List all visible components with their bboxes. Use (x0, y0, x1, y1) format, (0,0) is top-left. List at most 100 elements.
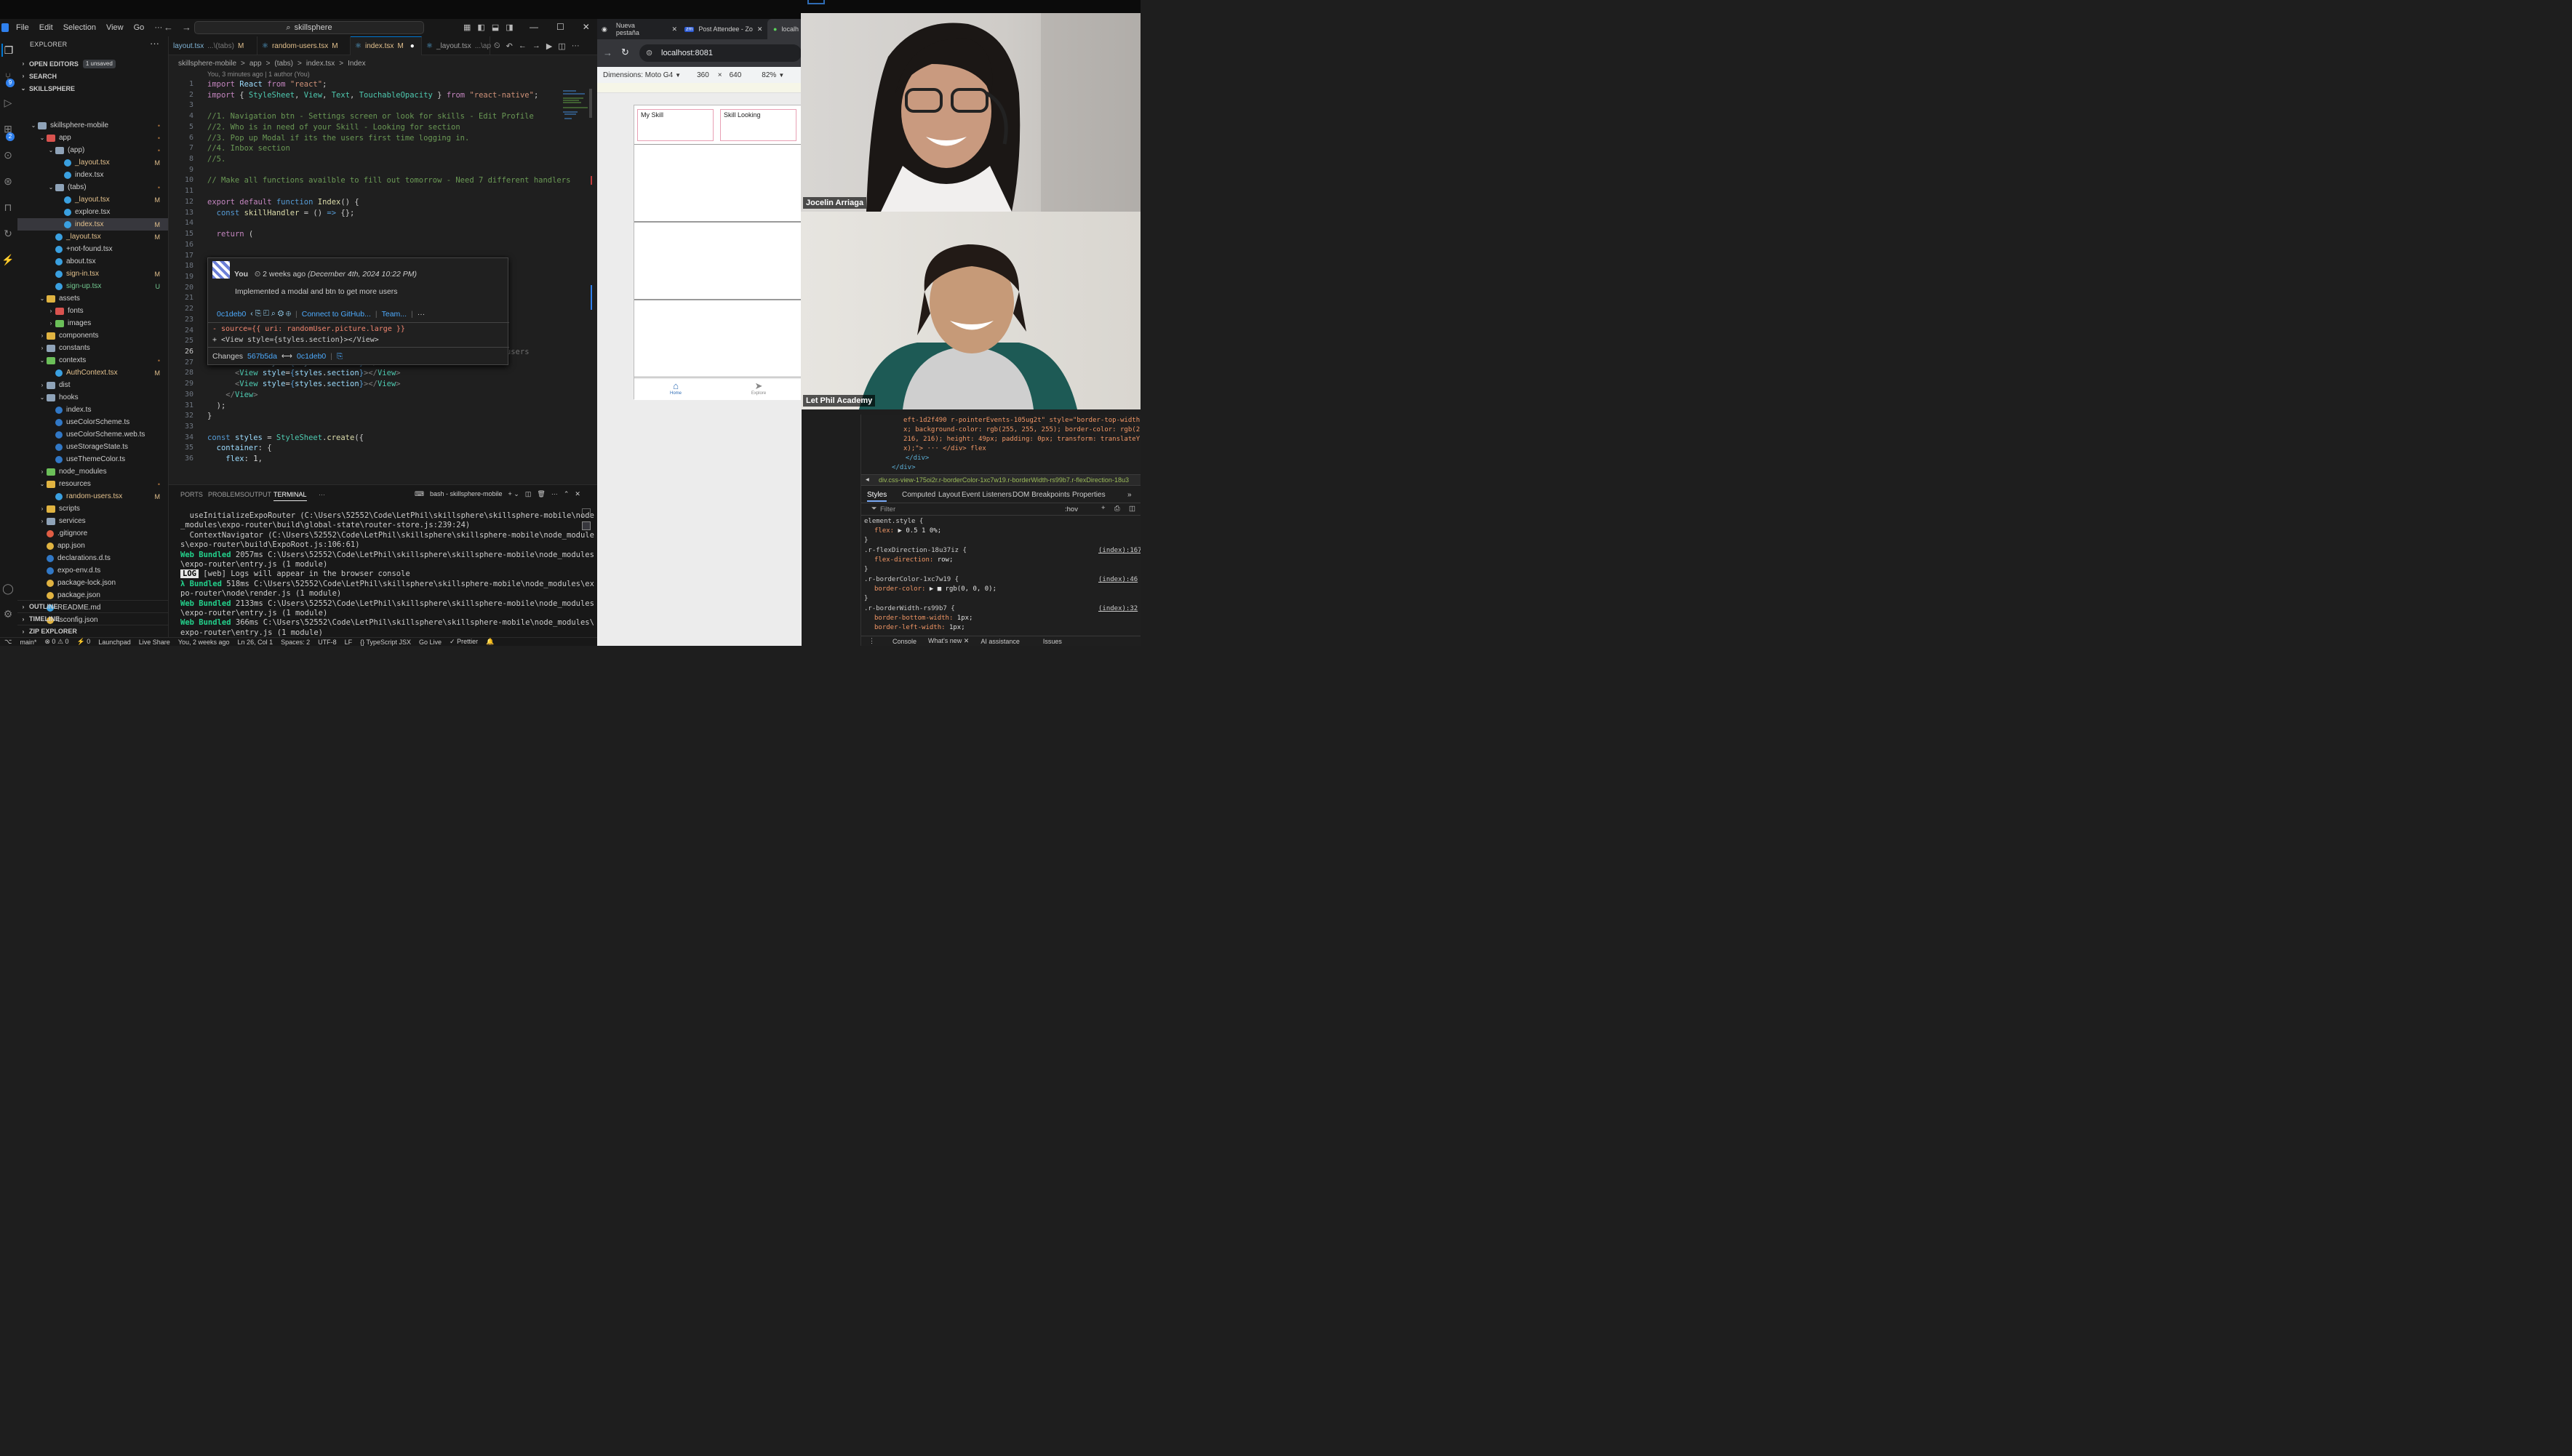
accounts-icon[interactable]: ◯ (1, 582, 15, 595)
css-source-link[interactable]: (index):32 (1098, 605, 1138, 612)
tree-item[interactable]: ⌄ resources • (17, 478, 168, 490)
maximize-icon[interactable]: ☐ (556, 22, 564, 32)
unsaved-dot[interactable]: ● (410, 42, 415, 50)
explorer-icon[interactable]: ❐ (1, 44, 15, 57)
drawer-tab-issues[interactable]: Issues (1043, 638, 1062, 645)
command-center-search[interactable]: ⌕ skillsphere (194, 21, 424, 34)
css-property[interactable]: border-bottom-width: 1px; (874, 615, 973, 622)
tree-item[interactable]: ⌄ skillsphere-mobile • (17, 119, 168, 132)
hover-action-icons[interactable]: ‹ ⎘ ◰ ⌕ ⚙ ⊕ (250, 309, 291, 319)
code-line[interactable]: //5. (207, 155, 225, 164)
tree-item[interactable]: app.json (17, 540, 168, 552)
terminal-instance-icon[interactable] (582, 521, 591, 530)
tree-item[interactable]: index.ts (17, 404, 168, 416)
history-icon[interactable]: ⏲ (494, 41, 500, 51)
open-editors-section[interactable]: › OPEN EDITORS 1 unsaved (17, 57, 168, 70)
code-line[interactable]: //3. Pop up Modal if its the users first… (207, 134, 469, 143)
height-input[interactable]: 640 (730, 71, 742, 79)
settings-gear-icon[interactable]: ⚙ (1, 607, 15, 620)
status-item[interactable]: Live Share (139, 639, 170, 646)
computed-sidebar-icon[interactable]: ◫ (1129, 505, 1135, 513)
code-line[interactable]: // Make all functions availble to fill o… (207, 176, 570, 185)
my-skill-box[interactable]: My Skill (637, 109, 714, 141)
status-item[interactable]: main* (20, 639, 36, 646)
tree-item[interactable]: ⌄ (app) • (17, 144, 168, 156)
more-actions-icon[interactable]: ··· (150, 38, 159, 49)
new-terminal-icon[interactable]: + ⌄ (508, 490, 519, 498)
code-line[interactable]: </View> (207, 391, 257, 399)
live-share-icon[interactable]: ↻ (1, 227, 15, 240)
tree-item[interactable]: useStorageState.ts (17, 441, 168, 453)
width-input[interactable]: 360 (697, 71, 709, 79)
status-launchpad[interactable]: Launchpad (98, 639, 131, 646)
styles-tab[interactable]: Event Listeners (962, 491, 1012, 499)
code-line[interactable]: import { StyleSheet, View, Text, Touchab… (207, 91, 538, 100)
github-actions-icon[interactable]: ⚡ (1, 253, 15, 266)
skill-looking-box[interactable]: Skill Looking (720, 109, 796, 141)
from-commit-link[interactable]: 567b5da (247, 352, 277, 361)
tree-item[interactable]: ⌄ contexts • (17, 354, 168, 367)
codelens-blame[interactable]: You, 3 minutes ago | 1 author (You) (207, 71, 310, 78)
status-item[interactable]: UTF-8 (318, 639, 337, 646)
status-item[interactable]: Go Live (419, 639, 442, 646)
compare-icon[interactable]: ↶ (506, 41, 513, 51)
tab-explore[interactable]: ➤ Explore (745, 381, 772, 396)
tab-random-users[interactable]: ⚛ random-users.tsx M (257, 36, 351, 55)
tree-item[interactable]: › images (17, 317, 168, 329)
status-item[interactable]: ✓ Prettier (450, 638, 478, 646)
media-query-bar[interactable] (597, 83, 802, 93)
panel-tab[interactable]: OUTPUT (244, 491, 271, 498)
drawer-tab-whats-new[interactable]: What's new ✕ (928, 637, 969, 645)
kill-terminal-icon[interactable]: 🗑 (537, 490, 545, 498)
add-rule-icon[interactable]: + (1101, 504, 1106, 512)
split-editor-icon[interactable]: ◫ (558, 41, 565, 51)
panel-tab[interactable]: PORTS (180, 491, 203, 498)
tree-item[interactable]: useColorScheme.ts (17, 416, 168, 428)
breadcrumb-item[interactable]: index.tsx (306, 60, 335, 68)
status-item[interactable]: You, 2 weeks ago (178, 639, 230, 646)
panel-tab[interactable]: TERMINAL (273, 491, 307, 501)
tree-item[interactable]: package-lock.json (17, 577, 168, 589)
back-arrow-icon[interactable]: ← (164, 22, 173, 33)
code-line[interactable]: const skillHandler = () => {}; (207, 209, 355, 217)
css-selector[interactable]: .r-borderColor-1xc7w19 { (864, 576, 959, 583)
zoom-select[interactable]: 82% (762, 71, 776, 79)
device-select[interactable]: Dimensions: Moto G4 (603, 71, 673, 79)
code-line[interactable]: import React from "react"; (207, 80, 327, 89)
browser-tab[interactable]: ◉ Nueva pestaña ✕ (597, 19, 677, 39)
code-line[interactable]: export default function Index() { (207, 198, 359, 207)
close-tab-icon[interactable]: ✕ (671, 25, 677, 33)
tab-layout-app[interactable]: ⚛ _layout.tsx ...\ap (422, 36, 491, 55)
tree-item[interactable]: random-users.tsx M (17, 490, 168, 503)
drawer-menu-icon[interactable]: ⋮ (868, 637, 875, 645)
more-tabs-icon[interactable]: » (1127, 491, 1132, 499)
reload-icon[interactable]: ↻ (621, 47, 629, 58)
run-debug-icon[interactable]: ▷ (1, 96, 15, 109)
team-link[interactable]: Team... (382, 310, 407, 319)
breadcrumb-item[interactable]: (tabs) (274, 60, 293, 68)
status-item[interactable]: ⚡ 0 (77, 638, 91, 646)
zip-explorer-section[interactable]: › ZIP EXPLORER (17, 625, 168, 637)
menu-item[interactable]: Go (134, 23, 145, 32)
drawer-tab-ai-assistance[interactable]: AI assistance (981, 638, 1020, 645)
code-line[interactable]: container: { (207, 444, 272, 452)
html-node-line[interactable]: eft-1d2f490 r-pointerEvents-105ug2t" sty… (903, 417, 1141, 424)
toggle-secondary-sidebar-icon[interactable]: ◨ (506, 23, 513, 32)
code-line[interactable]: //4. Inbox section (207, 144, 290, 153)
status-item[interactable]: LF (345, 639, 353, 646)
tree-item[interactable]: .gitignore (17, 527, 168, 540)
tree-item[interactable]: › constants (17, 342, 168, 354)
panel-tab[interactable]: PROBLEMS (208, 491, 244, 498)
styles-tab[interactable]: Properties (1072, 491, 1106, 499)
css-source-link[interactable]: (index):46 (1098, 576, 1138, 583)
tree-item[interactable]: declarations.d.ts (17, 552, 168, 564)
toggle-panel-icon[interactable]: ⬓ (492, 23, 499, 32)
tree-item[interactable]: explore.tsx (17, 206, 168, 218)
outline-section[interactable]: › OUTLINE (17, 600, 168, 612)
bookmarks-icon[interactable]: ⊓ (1, 201, 15, 214)
tree-item[interactable]: _layout.tsx M (17, 156, 168, 169)
tree-item[interactable]: +not-found.tsx (17, 243, 168, 255)
tree-item[interactable]: › fonts (17, 305, 168, 317)
css-property[interactable]: flex: ▶ 0.5 1 0%; (874, 527, 941, 535)
tree-item[interactable]: › components (17, 329, 168, 342)
